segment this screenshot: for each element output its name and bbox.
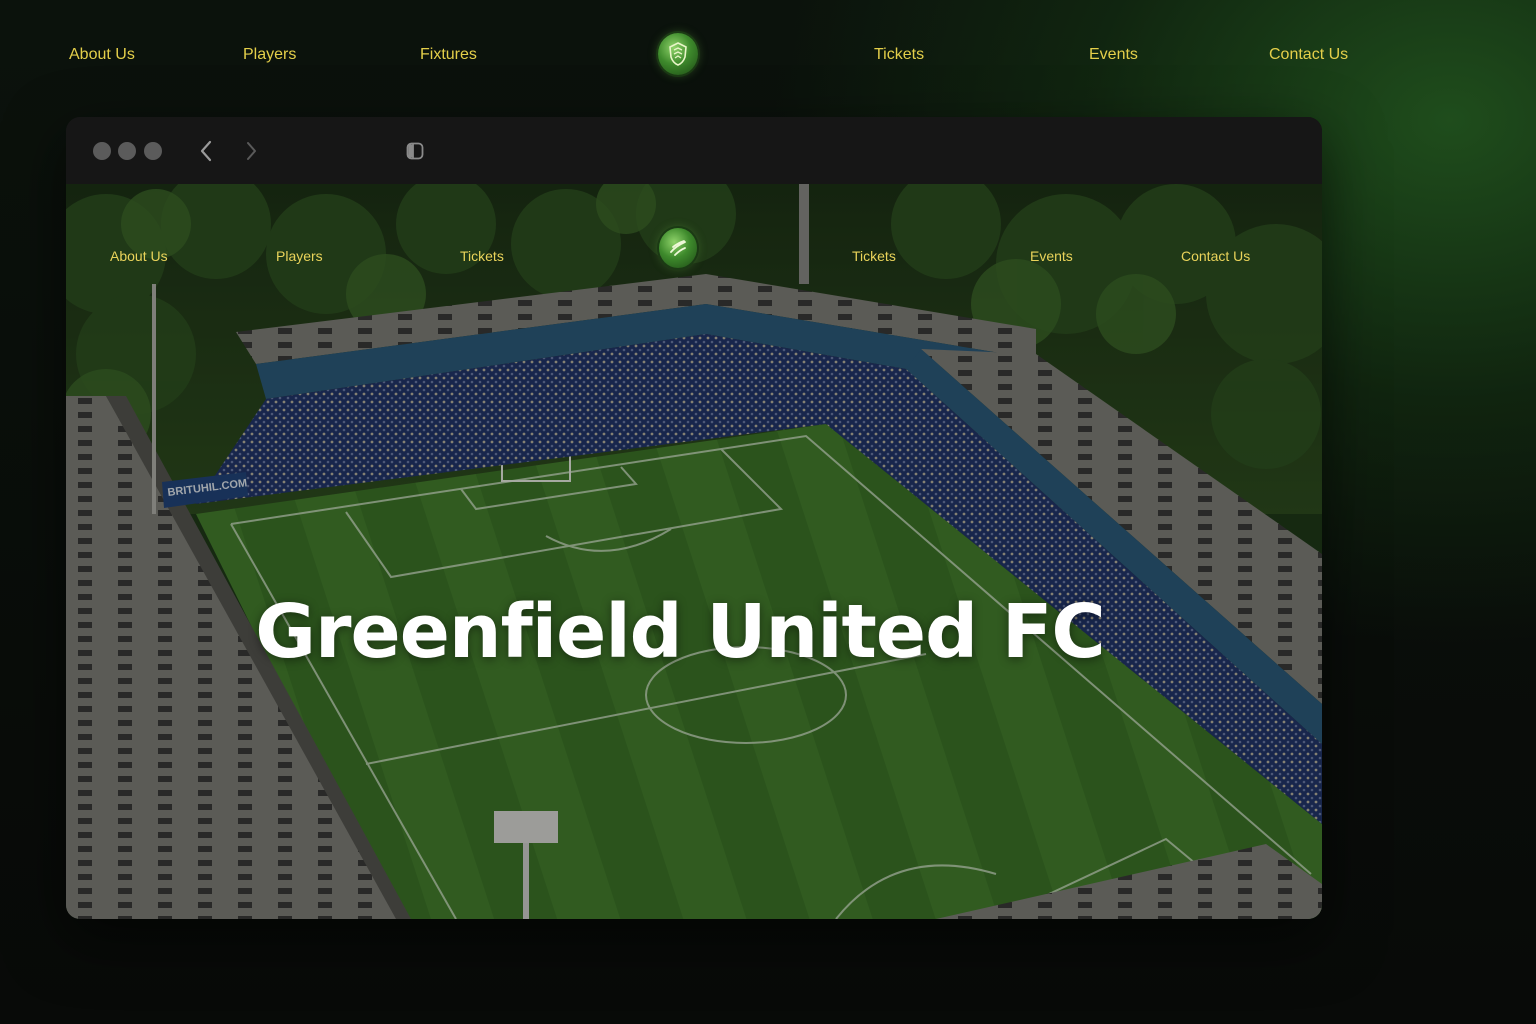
outer-nav-players[interactable]: Players: [243, 46, 296, 64]
outer-nav-fixtures[interactable]: Fixtures: [420, 46, 477, 64]
window-close-button[interactable]: [93, 142, 111, 160]
sidebar-toggle-icon[interactable]: [403, 139, 427, 163]
outer-nav-events[interactable]: Events: [1089, 46, 1138, 64]
window-minimize-button[interactable]: [118, 142, 136, 160]
outer-nav-about-us[interactable]: About Us: [69, 46, 135, 64]
outer-nav-tickets[interactable]: Tickets: [874, 46, 924, 64]
outer-nav-contact-us[interactable]: Contact Us: [1269, 46, 1348, 64]
hero-title: Greenfield United FC: [255, 589, 1105, 675]
browser-window: BRITUHIL.COM About Us Players Tickets Ti…: [66, 117, 1322, 919]
site-nav-contact-us[interactable]: Contact Us: [1181, 248, 1250, 264]
browser-titlebar: [66, 117, 1322, 184]
site-nav-players[interactable]: Players: [276, 248, 323, 264]
site-nav-tickets[interactable]: Tickets: [460, 248, 504, 264]
club-crest-icon[interactable]: [658, 33, 698, 75]
stadium-aerial-image: BRITUHIL.COM: [66, 184, 1322, 919]
window-maximize-button[interactable]: [144, 142, 162, 160]
site-nav-events[interactable]: Events: [1030, 248, 1073, 264]
hero-section: BRITUHIL.COM About Us Players Tickets Ti…: [66, 184, 1322, 919]
chevron-left-icon[interactable]: [194, 139, 218, 163]
site-nav-about-us[interactable]: About Us: [110, 248, 168, 264]
club-crest-icon[interactable]: [659, 228, 697, 268]
outer-nav: About Us Players Fixtures Tickets Events…: [0, 0, 1536, 110]
site-nav-tickets-2[interactable]: Tickets: [852, 248, 896, 264]
chevron-right-icon[interactable]: [240, 139, 264, 163]
